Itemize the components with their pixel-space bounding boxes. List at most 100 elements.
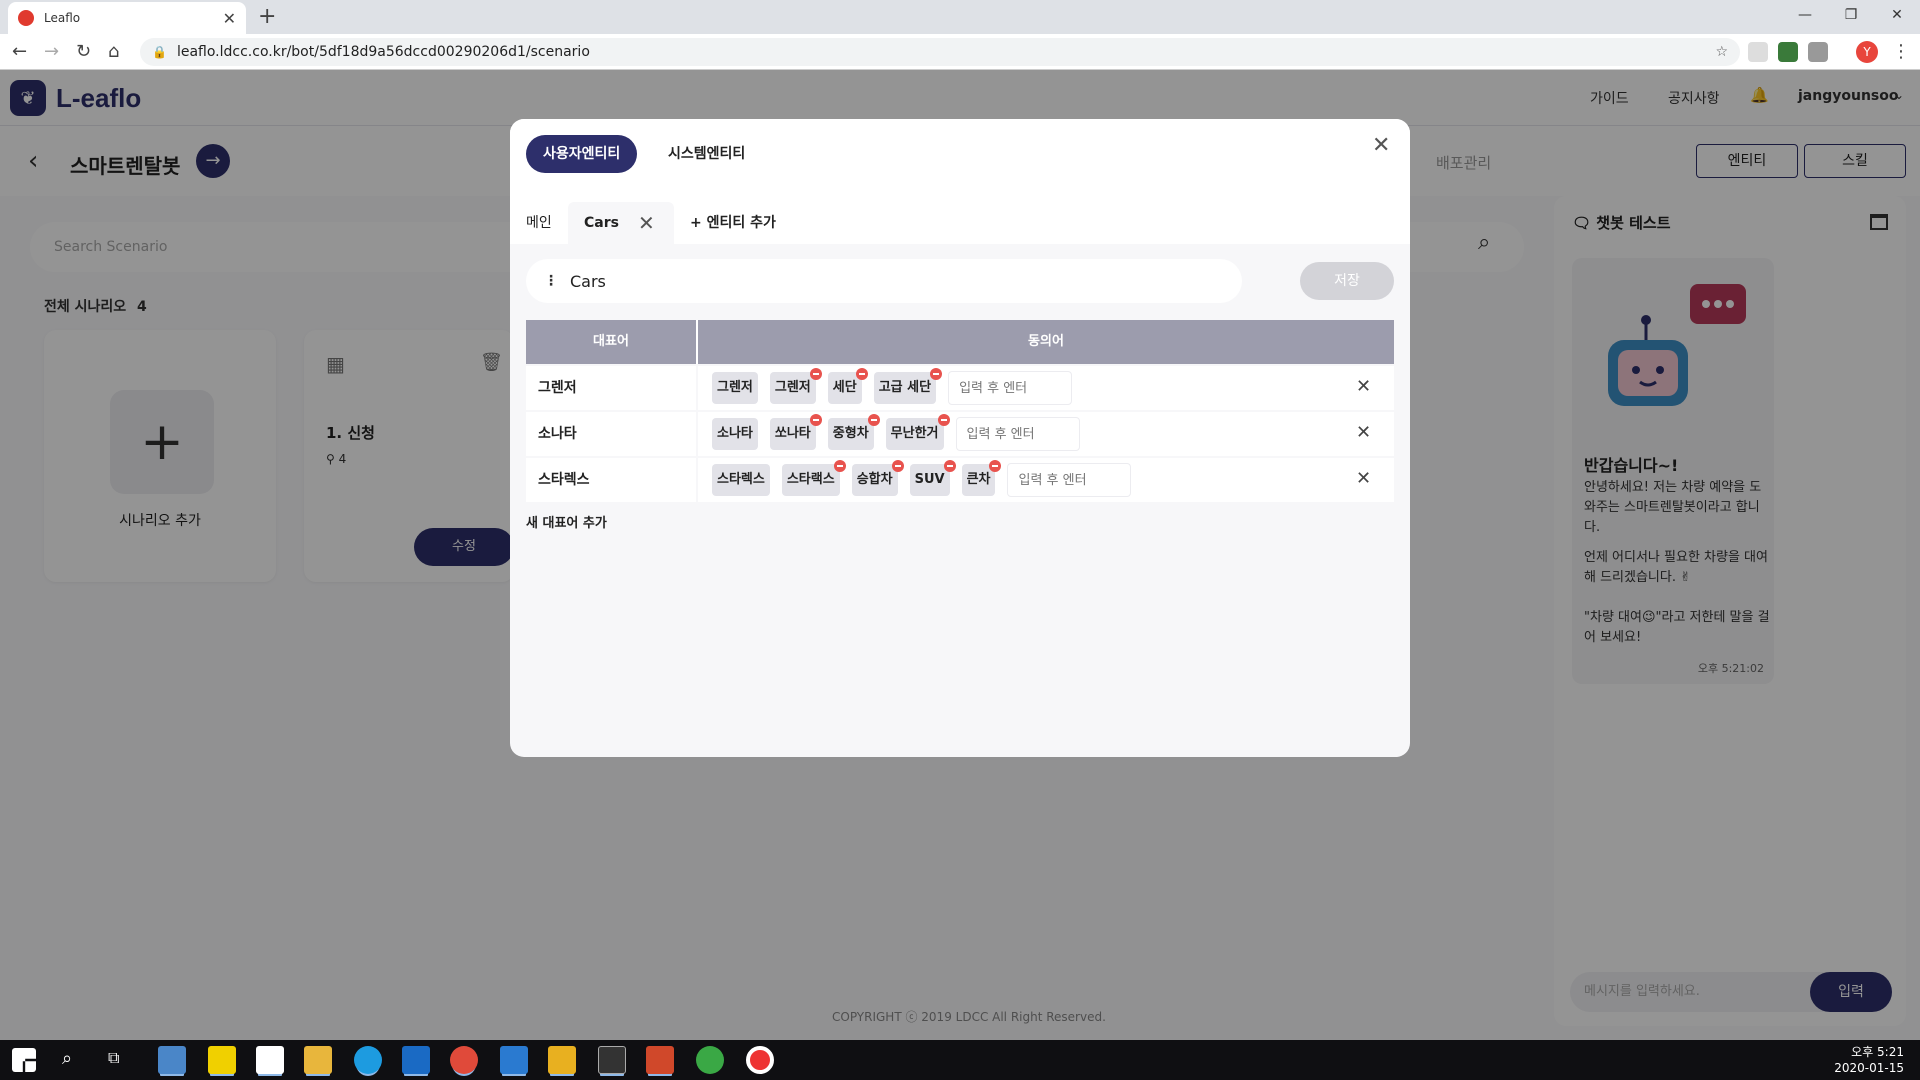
synonym-chip[interactable]: 무난한거 [885,414,950,450]
forward-arrow-icon[interactable]: → [44,41,59,62]
powerpoint-icon[interactable] [646,1046,674,1074]
chrome-secondary-icon[interactable] [696,1046,724,1074]
synonym-cell: 그렌저 그렌저 세단 고급 세단 ✕ [698,366,1394,410]
synonym-chip[interactable]: 중형차 [827,414,880,450]
synonym-input[interactable] [955,417,1080,451]
remove-synonym-icon[interactable] [809,414,822,426]
url-text: leaflo.ldcc.co.kr/bot/5df18d9a56dccd0029… [176,44,590,60]
tab-system-entity[interactable]: 시스템엔티티 [651,135,762,173]
extension-evernote-icon[interactable] [1778,42,1798,62]
terminal-icon[interactable] [598,1046,626,1074]
synonym-chip[interactable]: 큰차 [961,460,1002,496]
synonym-text: 큰차 [966,472,991,487]
close-tab-icon[interactable]: ✕ [638,202,655,244]
remove-synonym-icon[interactable] [891,460,904,472]
bookmark-star-icon[interactable]: ☆ [1715,44,1728,60]
synonym-chip[interactable]: 쏘나타 [769,414,822,450]
synonym-input[interactable] [1007,463,1132,497]
skype-icon[interactable] [354,1046,382,1074]
table-row: 스타렉스 스타렉스 스타랙스 승합차 SUV 큰차 ✕ [526,458,1394,502]
remove-synonym-icon[interactable] [867,414,880,426]
entity-tab-cars[interactable]: Cars ✕ [568,202,674,244]
col-representative: 대표어 [526,320,698,364]
home-icon[interactable]: ⌂ [108,41,119,62]
save-button[interactable]: 저장 [1300,262,1394,300]
remove-synonym-icon[interactable] [943,460,956,472]
synonym-text: 중형차 [832,426,869,441]
synonym-text: 그렌저 [717,380,753,395]
extension-filter-icon[interactable] [1808,42,1828,62]
synonym-cell: 스타렉스 스타랙스 승합차 SUV 큰차 ✕ [698,458,1394,502]
entity-name: Cars [570,271,606,291]
typora-icon[interactable] [256,1046,284,1074]
remove-synonym-icon[interactable] [809,368,822,380]
outlook-icon[interactable] [402,1046,430,1074]
synonym-chip[interactable]: 그렌저 [769,368,822,404]
clock-time[interactable]: 오후 5:21 [1820,1043,1904,1060]
close-window-button[interactable]: ✕ [1874,0,1920,30]
recorder-icon[interactable] [746,1046,774,1074]
vscode-icon[interactable] [500,1046,528,1074]
synonym-chip[interactable]: 세단 [827,368,868,404]
sourcetree-icon[interactable] [548,1046,576,1074]
add-representative-button[interactable]: 새 대표어 추가 [526,512,607,531]
add-entity-button[interactable]: + 엔티티 추가 [690,202,776,244]
synonym-chip[interactable]: 소나타 [712,418,758,450]
table-row: 그렌저 그렌저 그렌저 세단 고급 세단 ✕ [526,366,1394,410]
reload-icon[interactable]: ↻ [76,41,91,62]
entity-name-field[interactable]: ⋮ Cars [526,259,1242,303]
remove-synonym-icon[interactable] [855,368,868,380]
browser-menu-icon[interactable]: ⋮ [1892,41,1910,62]
col-synonyms: 동의어 [1028,334,1064,349]
synonym-chip[interactable]: 스타렉스 [712,464,770,496]
synonym-chip[interactable]: 승합차 [851,460,904,496]
clock-date[interactable]: 2020-01-15 [1820,1061,1904,1075]
representative-word[interactable]: 그렌저 [526,366,698,410]
browser-tab[interactable]: Leaflo ✕ [8,2,246,34]
synonym-chip[interactable]: 그렌저 [712,372,758,404]
close-icon[interactable]: ✕ [1372,133,1390,158]
task-view-icon[interactable]: ⧉ [108,1048,119,1068]
synonym-chip[interactable]: 고급 세단 [873,368,943,404]
delete-row-icon[interactable]: ✕ [1356,468,1371,489]
search-icon[interactable]: ⌕ [62,1048,72,1069]
synonym-text: 소나타 [717,426,753,441]
minimize-button[interactable]: — [1782,0,1828,30]
drag-handle-icon[interactable]: ⋮ [544,273,558,289]
remove-synonym-icon[interactable] [989,460,1002,472]
synonym-input[interactable] [948,371,1073,405]
lock-icon: 🔒 [152,45,167,59]
back-arrow-icon[interactable]: ← [12,41,27,62]
entity-tab-main[interactable]: 메인 [526,202,552,244]
url-bar[interactable]: 🔒 leaflo.ldcc.co.kr/bot/5df18d9a56dccd00… [140,38,1740,66]
extension-icon[interactable] [1748,42,1768,62]
tab-user-entity[interactable]: 사용자엔티티 [526,135,638,173]
remove-synonym-icon[interactable] [833,460,846,472]
windows-start-icon[interactable] [12,1048,36,1072]
windows-taskbar: ⌕ ⧉ 오후 5:21 2020-01-15 [0,1040,1920,1080]
synonym-chip[interactable]: 스타랙스 [781,460,846,496]
table-header: 대표어 동의어 [526,320,1394,364]
delete-row-icon[interactable]: ✕ [1356,422,1371,443]
representative-word[interactable]: 소나타 [526,412,698,456]
tab-title: Leaflo [44,11,81,25]
paint-app-icon[interactable] [158,1046,186,1074]
close-tab-icon[interactable]: ✕ [223,9,236,28]
chrome-icon[interactable] [450,1046,478,1074]
synonym-text: 무난한거 [890,426,939,441]
file-explorer-icon[interactable] [304,1046,332,1074]
window-controls: — ❐ ✕ [1782,0,1920,30]
synonym-chip[interactable]: SUV [909,460,956,496]
restore-button[interactable]: ❐ [1828,0,1874,30]
synonym-text: 스타랙스 [786,472,835,487]
representative-word[interactable]: 스타렉스 [526,458,698,502]
remove-synonym-icon[interactable] [937,414,950,426]
sticky-notes-icon[interactable] [208,1046,236,1074]
browser-tab-strip: Leaflo ✕ + — ❐ ✕ [0,0,1920,34]
remove-synonym-icon[interactable] [930,368,943,380]
delete-row-icon[interactable]: ✕ [1356,376,1371,397]
synonym-text: 쏘나타 [774,426,811,441]
profile-avatar[interactable]: Y [1856,41,1878,63]
new-tab-button[interactable]: + [258,4,276,29]
synonym-text: 그렌저 [774,380,811,395]
